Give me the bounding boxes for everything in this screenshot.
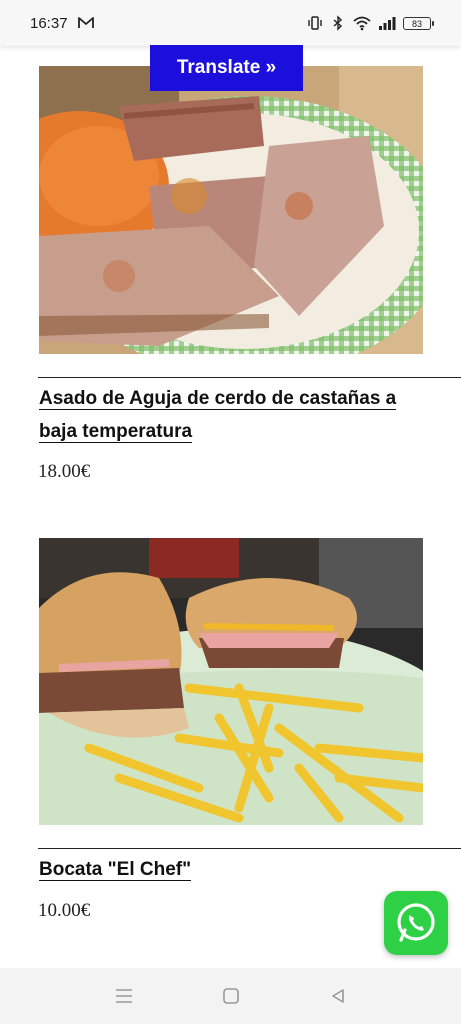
dish-photo-pork <box>39 66 423 354</box>
bluetooth-icon <box>333 15 343 31</box>
status-bar: 16:37 83 <box>0 0 461 46</box>
home-button[interactable] <box>219 984 243 1008</box>
status-icons: 83 <box>307 15 434 31</box>
dish-photo-pork-image <box>39 66 423 354</box>
dish-divider <box>38 848 461 849</box>
dish-name[interactable]: Asado de Aguja de cerdo de castañas a ba… <box>39 382 419 448</box>
whatsapp-button[interactable] <box>384 891 448 955</box>
vibrate-icon <box>308 16 322 30</box>
battery-icon: 83 <box>403 16 434 30</box>
status-time: 16:37 <box>30 14 68 32</box>
back-button[interactable] <box>326 984 350 1008</box>
dish-name-link[interactable]: Bocata "El Chef" <box>39 859 192 881</box>
wifi-icon <box>353 16 371 31</box>
menu-icon <box>115 989 132 1003</box>
dish-divider <box>38 377 461 378</box>
navigation-bar <box>0 968 461 1024</box>
whatsapp-icon <box>397 903 435 942</box>
dish-name-link[interactable]: Asado de Aguja de cerdo de castañas a ba… <box>39 388 397 443</box>
back-icon <box>331 989 344 1003</box>
dish-photo-bocata <box>39 538 423 825</box>
signal-icon <box>379 17 396 30</box>
home-icon <box>222 988 239 1004</box>
dish-photo-bocata-image <box>39 538 423 825</box>
dish-price: 10.00€ <box>38 900 91 921</box>
translate-button[interactable]: Translate » <box>150 45 303 91</box>
gmail-icon <box>77 17 94 28</box>
menu-button[interactable] <box>112 984 136 1008</box>
dish-name[interactable]: Bocata "El Chef" <box>39 853 419 886</box>
dish-price: 18.00€ <box>38 461 91 482</box>
